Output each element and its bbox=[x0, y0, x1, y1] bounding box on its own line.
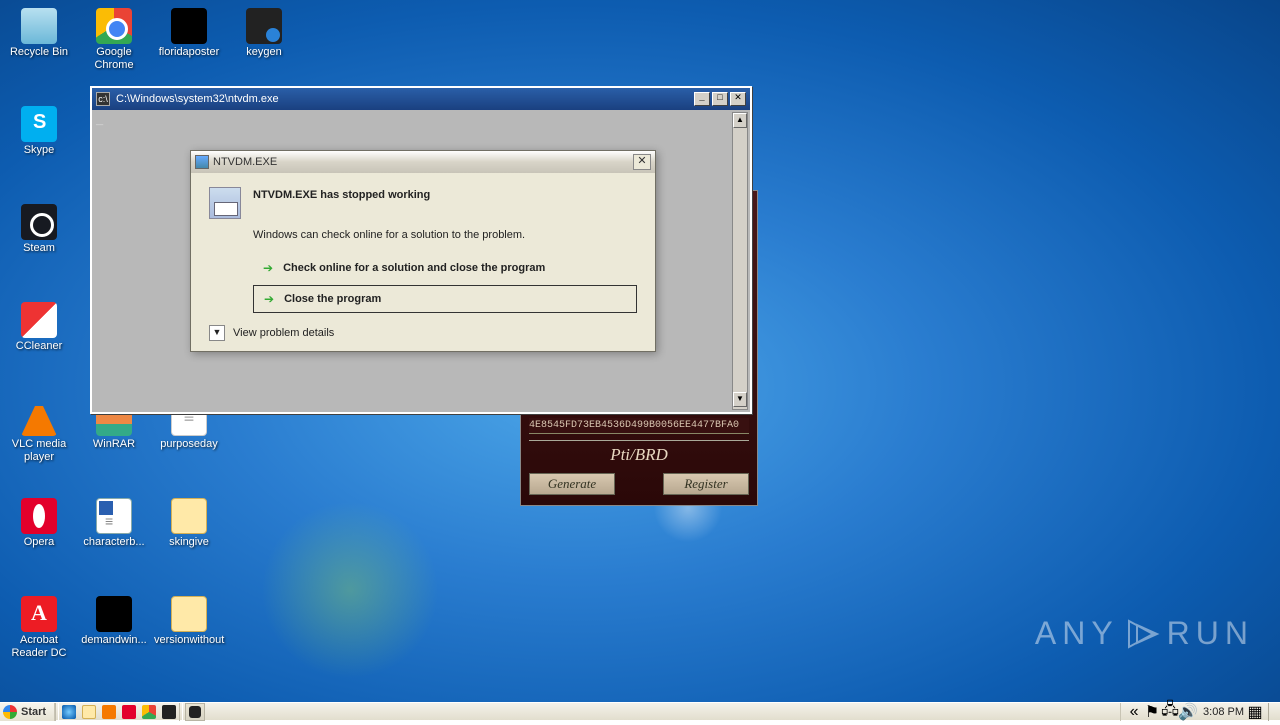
tray-expand-icon[interactable]: « bbox=[1126, 705, 1142, 719]
register-button[interactable]: Register bbox=[663, 473, 749, 495]
start-button[interactable]: Start bbox=[0, 703, 55, 721]
close-button[interactable]: ✕ bbox=[730, 92, 746, 106]
app-icon bbox=[21, 106, 57, 142]
tray-flag-icon[interactable]: ⚑ bbox=[1144, 705, 1160, 719]
desktop-icon-skype[interactable]: Skype bbox=[4, 102, 74, 182]
separator bbox=[179, 703, 183, 721]
option-close-program[interactable]: ➔ Close the program bbox=[253, 285, 637, 313]
windows-logo-icon bbox=[3, 705, 17, 719]
play-icon bbox=[1123, 617, 1163, 651]
desktop-icon-keygen[interactable]: keygen bbox=[229, 4, 299, 84]
desktop-icon-recycle-bin[interactable]: Recycle Bin bbox=[4, 4, 74, 84]
scrollbar[interactable]: ▲ ▼ bbox=[732, 112, 748, 410]
error-dialog[interactable]: NTVDM.EXE ✕ NTVDM.EXE has stopped workin… bbox=[190, 150, 656, 352]
app-icon bbox=[21, 8, 57, 44]
desktop-icon-opera[interactable]: Opera bbox=[4, 494, 74, 574]
error-heading: NTVDM.EXE has stopped working bbox=[253, 187, 430, 201]
desktop-icon-acrobat-reader-dc[interactable]: Acrobat Reader DC bbox=[4, 592, 74, 672]
maximize-button[interactable]: □ bbox=[712, 92, 728, 106]
desktop-icon-steam[interactable]: Steam bbox=[4, 200, 74, 280]
app-icon bbox=[21, 498, 57, 534]
quicklaunch-ie[interactable] bbox=[59, 703, 79, 721]
icon-label: skingive bbox=[154, 536, 224, 549]
desktop-icon-versionwithout[interactable]: versionwithout bbox=[154, 592, 224, 672]
quicklaunch-keygen[interactable] bbox=[159, 703, 179, 721]
tray-clock[interactable]: 3:08 PM bbox=[1203, 706, 1244, 718]
tray-network-icon[interactable]: 🖧 bbox=[1162, 705, 1178, 719]
error-description: Windows can check online for a solution … bbox=[253, 229, 637, 241]
console-titlebar[interactable]: c:\ C:\Windows\system32\ntvdm.exe _ □ ✕ bbox=[92, 88, 750, 110]
arrow-icon: ➔ bbox=[263, 261, 273, 275]
scroll-down-icon[interactable]: ▼ bbox=[733, 392, 747, 407]
icon-label: characterb... bbox=[79, 536, 149, 549]
icon-label: WinRAR bbox=[79, 438, 149, 451]
icon-label: Skype bbox=[4, 144, 74, 157]
view-details-label[interactable]: View problem details bbox=[233, 327, 334, 339]
taskbar[interactable]: Start « ⚑ 🖧 🔊 3:08 PM ▦ bbox=[0, 702, 1280, 720]
dialog-icon bbox=[195, 155, 209, 169]
option-check-online-label: Check online for a solution and close th… bbox=[283, 262, 545, 274]
error-titlebar[interactable]: NTVDM.EXE ✕ bbox=[191, 151, 655, 173]
tray-extra-icon[interactable]: ▦ bbox=[1247, 705, 1263, 719]
desktop-icon-characterb-[interactable]: characterb... bbox=[79, 494, 149, 574]
tray-volume-icon[interactable]: 🔊 bbox=[1180, 705, 1196, 719]
desktop-icon-skingive[interactable]: skingive bbox=[154, 494, 224, 574]
arrow-icon: ➔ bbox=[264, 292, 274, 306]
keygen-handle: Pti/BRD bbox=[529, 445, 749, 465]
icon-label: CCleaner bbox=[4, 340, 74, 353]
app-icon bbox=[21, 204, 57, 240]
icon-label: Steam bbox=[4, 242, 74, 255]
quicklaunch-opera[interactable] bbox=[119, 703, 139, 721]
icon-label: purposeday bbox=[154, 438, 224, 451]
generate-button[interactable]: Generate bbox=[529, 473, 615, 495]
icon-label: keygen bbox=[229, 46, 299, 59]
expand-details-button[interactable]: ▼ bbox=[209, 325, 225, 341]
option-close-program-label: Close the program bbox=[284, 293, 381, 305]
icon-label: demandwin... bbox=[79, 634, 149, 647]
quicklaunch-explorer[interactable] bbox=[79, 703, 99, 721]
desktop-icon-floridaposter[interactable]: floridaposter bbox=[154, 4, 224, 84]
app-icon bbox=[246, 8, 282, 44]
icon-label: Google Chrome bbox=[79, 46, 149, 72]
app-icon bbox=[171, 498, 207, 534]
taskbar-task-ntvdm[interactable] bbox=[185, 703, 205, 721]
show-desktop-button[interactable] bbox=[1268, 703, 1276, 721]
icon-label: versionwithout bbox=[154, 634, 224, 647]
desktop-icon-vlc-media-player[interactable]: VLC media player bbox=[4, 396, 74, 476]
error-title-text: NTVDM.EXE bbox=[213, 156, 277, 168]
option-check-online[interactable]: ➔ Check online for a solution and close … bbox=[253, 255, 637, 281]
app-icon bbox=[96, 8, 132, 44]
program-icon bbox=[209, 187, 241, 219]
quicklaunch-mediaplayer[interactable] bbox=[99, 703, 119, 721]
minimize-button[interactable]: _ bbox=[694, 92, 710, 106]
scroll-up-icon[interactable]: ▲ bbox=[733, 113, 747, 128]
anyrun-watermark: ANY RUN bbox=[1035, 615, 1254, 652]
desktop-icon-google-chrome[interactable]: Google Chrome bbox=[79, 4, 149, 84]
system-tray[interactable]: « ⚑ 🖧 🔊 3:08 PM ▦ bbox=[1120, 703, 1280, 721]
icon-label: Recycle Bin bbox=[4, 46, 74, 59]
app-icon bbox=[21, 302, 57, 338]
app-icon bbox=[96, 498, 132, 534]
icon-label: floridaposter bbox=[154, 46, 224, 59]
desktop[interactable]: Recycle Bin Google Chrome floridaposter key… bbox=[0, 0, 1280, 702]
start-label: Start bbox=[21, 706, 46, 718]
app-icon bbox=[21, 596, 57, 632]
divider bbox=[529, 440, 749, 441]
icon-label: Opera bbox=[4, 536, 74, 549]
keygen-serial-field[interactable] bbox=[529, 418, 749, 434]
console-title-text: C:\Windows\system32\ntvdm.exe bbox=[116, 93, 279, 105]
icon-label: Acrobat Reader DC bbox=[4, 634, 74, 660]
desktop-icon-demandwin-[interactable]: demandwin... bbox=[79, 592, 149, 672]
app-icon bbox=[21, 400, 57, 436]
app-icon bbox=[96, 596, 132, 632]
quicklaunch-chrome[interactable] bbox=[139, 703, 159, 721]
app-icon bbox=[171, 8, 207, 44]
desktop-icon-ccleaner[interactable]: CCleaner bbox=[4, 298, 74, 378]
app-icon bbox=[171, 596, 207, 632]
close-button[interactable]: ✕ bbox=[633, 154, 651, 170]
scroll-track[interactable] bbox=[733, 128, 747, 392]
icon-label: VLC media player bbox=[4, 438, 74, 464]
console-icon: c:\ bbox=[96, 92, 110, 106]
